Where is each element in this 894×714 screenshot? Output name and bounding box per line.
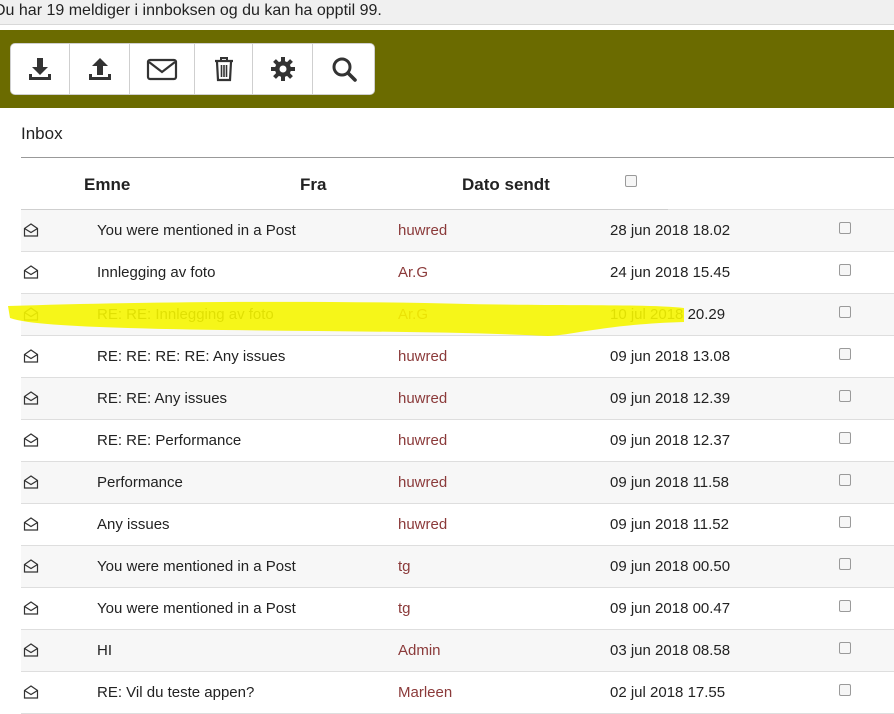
- sent-date: 09 jun 2018 13.08: [610, 348, 731, 365]
- table-header: Emne Fra Dato sendt: [21, 158, 894, 210]
- sent-date: 09 jun 2018 11.58: [610, 474, 729, 491]
- column-header-subject[interactable]: Emne: [84, 175, 130, 195]
- open-envelope-icon: [23, 391, 39, 405]
- mail-toolbar: [10, 43, 375, 95]
- message-subject-link[interactable]: You were mentioned in a Post: [97, 600, 296, 617]
- open-envelope-icon: [23, 433, 39, 447]
- row-checkbox[interactable]: [839, 600, 851, 612]
- sender-link[interactable]: tg: [398, 558, 411, 575]
- row-checkbox[interactable]: [839, 264, 851, 276]
- message-subject-link[interactable]: RE: RE: Any issues: [97, 390, 227, 407]
- sent-date: 09 jun 2018 11.52: [610, 516, 729, 533]
- upload-icon: [88, 58, 111, 80]
- message-count-notice: Du har 19 meldiger i innboksen og du kan…: [0, 0, 894, 25]
- table-row[interactable]: You were mentioned in a Post tg 09 jun 201…: [21, 546, 894, 588]
- delete-button[interactable]: [195, 44, 253, 94]
- table-row[interactable]: RE: RE: Innlegging av foto Ar.G 10 jul 201…: [21, 294, 894, 336]
- sender-link[interactable]: Ar.G: [398, 306, 428, 323]
- sent-date: 09 jun 2018 12.39: [610, 390, 731, 407]
- message-subject-link[interactable]: RE: Vil du teste appen?: [97, 684, 254, 701]
- toolbar-band: [0, 30, 894, 108]
- open-envelope-icon: [23, 475, 39, 489]
- sender-link[interactable]: huwred: [398, 432, 447, 449]
- message-subject-link[interactable]: Performance: [97, 474, 183, 491]
- message-subject-link[interactable]: Any issues: [97, 516, 170, 533]
- table-row[interactable]: RE: RE: Any issues huwred 09 jun 2018 12.3…: [21, 378, 894, 420]
- download-icon: [29, 58, 51, 80]
- table-row[interactable]: You were mentioned in a Post tg 09 jun 201…: [21, 588, 894, 630]
- sent-date: 09 jun 2018 00.50: [610, 558, 731, 575]
- sender-link[interactable]: huwred: [398, 474, 447, 491]
- table-row[interactable]: RE: RE: Performance huwred 09 jun 2018 12.…: [21, 420, 894, 462]
- sender-link[interactable]: Marleen: [398, 684, 452, 701]
- open-envelope-icon: [23, 685, 39, 699]
- table-row[interactable]: You were mentioned in a Post huwred 28 jun…: [21, 210, 894, 252]
- message-subject-link[interactable]: RE: RE: RE: RE: Any issues: [97, 348, 285, 365]
- compose-button[interactable]: [130, 44, 195, 94]
- message-list: You were mentioned in a Post huwred 28 jun…: [21, 210, 894, 714]
- message-subject-link[interactable]: You were mentioned in a Post: [97, 558, 296, 575]
- open-envelope-icon: [23, 307, 39, 321]
- select-all-checkbox[interactable]: [625, 175, 637, 187]
- row-checkbox[interactable]: [839, 516, 851, 528]
- sent-date: 28 jun 2018 18.02: [610, 222, 731, 239]
- row-checkbox[interactable]: [839, 432, 851, 444]
- folder-title: Inbox: [21, 124, 63, 143]
- open-envelope-icon: [23, 559, 39, 573]
- row-checkbox[interactable]: [839, 684, 851, 696]
- sender-link[interactable]: huwred: [398, 390, 447, 407]
- open-envelope-icon: [23, 643, 39, 657]
- sender-link[interactable]: huwred: [398, 348, 447, 365]
- sent-date: 03 jun 2018 08.58: [610, 642, 731, 659]
- row-checkbox[interactable]: [839, 390, 851, 402]
- settings-button[interactable]: [253, 44, 313, 94]
- table-row[interactable]: Innlegging av foto Ar.G 24 jun 2018 15.45: [21, 252, 894, 294]
- message-subject-link[interactable]: You were mentioned in a Post: [97, 222, 296, 239]
- message-subject-link[interactable]: RE: RE: Innlegging av foto: [97, 306, 274, 323]
- row-checkbox[interactable]: [839, 642, 851, 654]
- row-checkbox[interactable]: [839, 474, 851, 486]
- table-row[interactable]: RE: RE: RE: RE: Any issues huwred 09 jun 2…: [21, 336, 894, 378]
- download-button[interactable]: [11, 44, 70, 94]
- open-envelope-icon: [23, 223, 39, 237]
- column-header-date[interactable]: Dato sendt: [462, 175, 550, 195]
- table-row[interactable]: RE: Vil du teste appen? Marleen 02 jul 201…: [21, 672, 894, 714]
- open-envelope-icon: [23, 601, 39, 615]
- sender-link[interactable]: huwred: [398, 516, 447, 533]
- gear-icon: [270, 57, 295, 81]
- sender-link[interactable]: huwred: [398, 222, 447, 239]
- message-count-text: Du har 19 meldiger i innboksen og du kan…: [0, 2, 382, 19]
- search-icon: [332, 57, 357, 82]
- sender-link[interactable]: Ar.G: [398, 264, 428, 281]
- open-envelope-icon: [23, 349, 39, 363]
- message-subject-link[interactable]: Innlegging av foto: [97, 264, 215, 281]
- table-row[interactable]: Performance huwred 09 jun 2018 11.58: [21, 462, 894, 504]
- message-subject-link[interactable]: HI: [97, 642, 112, 659]
- sent-date: 10 jul 2018 20.29: [610, 306, 726, 323]
- envelope-icon: [146, 58, 178, 81]
- trash-icon: [214, 57, 233, 82]
- table-row[interactable]: Any issues huwred 09 jun 2018 11.52: [21, 504, 894, 546]
- upload-button[interactable]: [70, 44, 130, 94]
- table-row[interactable]: HI Admin 03 jun 2018 08.58: [21, 630, 894, 672]
- row-checkbox[interactable]: [839, 348, 851, 360]
- open-envelope-icon: [23, 517, 39, 531]
- sender-link[interactable]: tg: [398, 600, 411, 617]
- open-envelope-icon: [23, 265, 39, 279]
- message-subject-link[interactable]: RE: RE: Performance: [97, 432, 241, 449]
- sent-date: 09 jun 2018 12.37: [610, 432, 731, 449]
- column-header-from[interactable]: Fra: [300, 175, 326, 195]
- sent-date: 02 jul 2018 17.55: [610, 684, 726, 701]
- row-checkbox[interactable]: [839, 306, 851, 318]
- search-button[interactable]: [313, 44, 374, 94]
- row-checkbox[interactable]: [839, 222, 851, 234]
- row-checkbox[interactable]: [839, 558, 851, 570]
- sender-link[interactable]: Admin: [398, 642, 441, 659]
- sent-date: 24 jun 2018 15.45: [610, 264, 731, 281]
- sent-date: 09 jun 2018 00.47: [610, 600, 731, 617]
